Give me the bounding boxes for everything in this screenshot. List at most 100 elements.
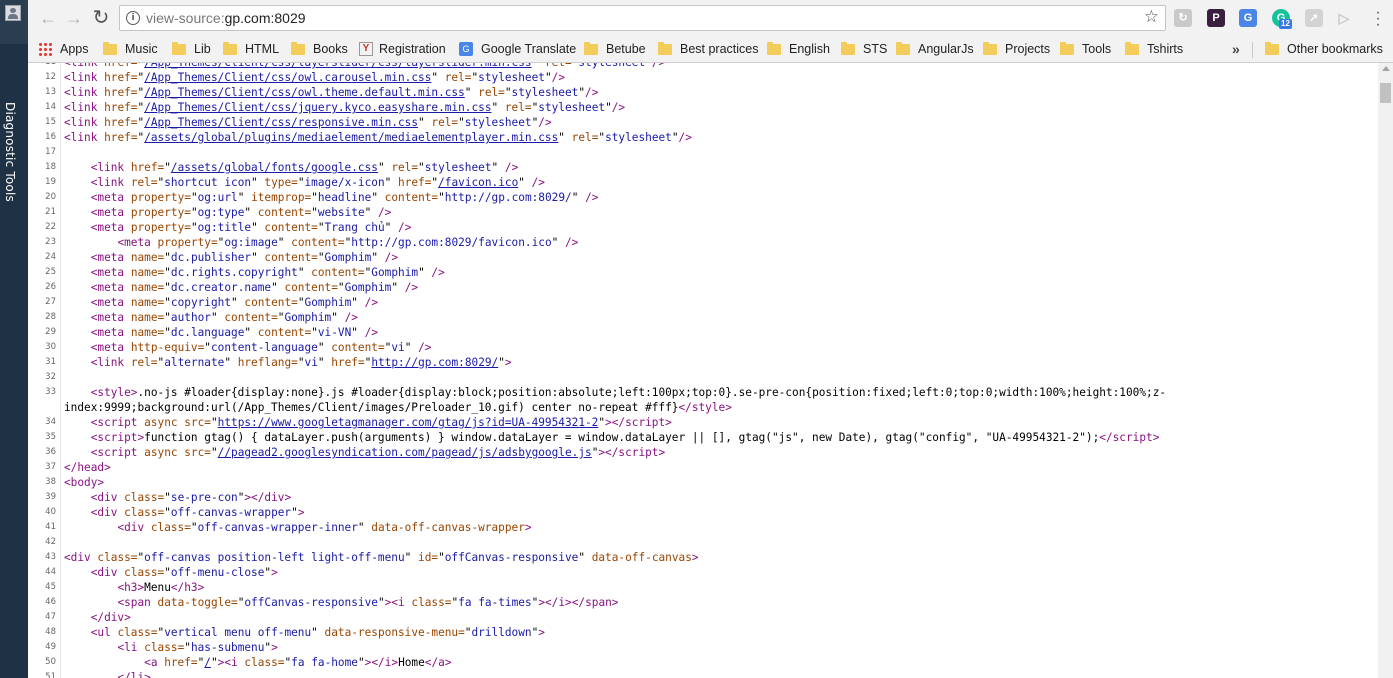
source-line: 39 <div class="se-pre-con"></div> [28, 490, 1378, 505]
line-code: <script>function gtag() { dataLayer.push… [90, 431, 1160, 444]
bookmark-sts[interactable]: STS [841, 40, 887, 58]
info-icon[interactable]: i [126, 11, 140, 25]
bookmark-label: Music [125, 42, 158, 56]
reload-icon[interactable]: ↻ [91, 8, 111, 28]
bookmark-apps-label: Apps [60, 42, 89, 56]
chevron-right-icon: » [1232, 41, 1240, 57]
refresh-ext-icon[interactable]: ↻ [1174, 9, 1192, 27]
line-number: 39 [45, 492, 56, 502]
bookmark-label: English [789, 42, 830, 56]
source-line: 22 <meta property="og:title" content="Tr… [28, 220, 1378, 235]
bookmark-best-practices[interactable]: Best practices [658, 40, 759, 58]
bookmark-label: Books [313, 42, 348, 56]
line-number: 22 [45, 222, 56, 232]
back-arrow-icon[interactable]: ← [38, 8, 58, 28]
source-line: 30 <meta http-equiv="content-language" c… [28, 340, 1378, 355]
line-number: 15 [45, 117, 56, 127]
source-line: 26 <meta name="dc.creator.name" content=… [28, 280, 1378, 295]
line-code: index:9999;background:url(/App_Themes/Cl… [64, 401, 732, 414]
line-number: 47 [45, 612, 56, 622]
bookmarks-overflow-button[interactable]: » [1232, 40, 1240, 58]
apps-grid-icon [38, 42, 52, 56]
line-code: <link href="/App_Themes/Client/css/layer… [64, 63, 665, 70]
line-number: 26 [45, 282, 56, 292]
address-url[interactable]: view-source:gp.com:8029 [146, 10, 306, 26]
bookmark-angularjs[interactable]: AngularJs [896, 40, 974, 58]
folder-icon [172, 41, 186, 55]
source-line: 12 <link href="/App_Themes/Client/css/owl… [28, 70, 1378, 85]
line-number: 42 [45, 537, 56, 547]
line-code: <meta name="copyright" content="Gomphim"… [90, 296, 378, 309]
scroll-up-icon[interactable] [1382, 66, 1390, 71]
line-code: <meta name="author" content="Gomphim" /> [90, 311, 358, 324]
line-number: 23 [45, 237, 56, 247]
line-number: 49 [45, 642, 56, 652]
bookmark-apps[interactable]: Apps [38, 40, 89, 58]
bookmark-projects[interactable]: Projects [983, 40, 1050, 58]
bookmarks-divider [1252, 42, 1253, 58]
scroll-thumb[interactable] [1380, 83, 1391, 103]
line-code: <link href="/App_Themes/Client/css/respo… [64, 116, 552, 129]
line-code: <div class="off-canvas-wrapper"> [90, 506, 305, 519]
bookmark-label: AngularJs [918, 42, 974, 56]
source-viewer[interactable]: 11 <link href="/App_Themes/Client/css/lay… [28, 63, 1378, 678]
bookmark-registration[interactable]: Y Registration [359, 40, 446, 58]
source-line: 16 <link href="/assets/global/plugins/med… [28, 130, 1378, 145]
extension-badge: 12 [1279, 19, 1292, 29]
source-line: 47 </div> [28, 610, 1378, 625]
source-line: 15 <link href="/App_Themes/Client/css/res… [28, 115, 1378, 130]
diagnostic-tools-label: Diagnostic Tools [3, 102, 17, 202]
line-code: <meta name="dc.language" content="vi-VN"… [90, 326, 378, 339]
folder-icon [223, 41, 237, 55]
vertical-scrollbar[interactable] [1378, 63, 1393, 678]
bookmark-label: Best practices [680, 42, 759, 56]
address-bar[interactable]: i view-source:gp.com:8029 ☆ [119, 5, 1166, 31]
bookmark-music[interactable]: Music [103, 40, 158, 58]
bookmark-star-icon[interactable]: ☆ [1144, 7, 1159, 27]
bookmarks-bar: Apps Music Lib HTML Books Y Registration … [28, 36, 1393, 62]
line-number: 12 [45, 72, 56, 82]
line-number: 40 [45, 507, 56, 517]
bookmark-english[interactable]: English [767, 40, 830, 58]
line-code: <meta http-equiv="content-language" cont… [90, 341, 432, 354]
line-code: <li class="has-submenu"> [117, 641, 278, 654]
line-number: 30 [45, 342, 56, 352]
line-code: <meta name="dc.publisher" content="Gomph… [90, 251, 399, 264]
line-number: 50 [45, 657, 56, 667]
line-number: 19 [45, 177, 56, 187]
bookmark-betube[interactable]: Betube [584, 40, 646, 58]
bookmark-tshirts[interactable]: Tshirts [1125, 40, 1183, 58]
line-number: 45 [45, 582, 56, 592]
bookmark-books[interactable]: Books [291, 40, 348, 58]
google-translate-icon[interactable]: G [1239, 9, 1257, 27]
source-line: 41 <div class="off-canvas-wrapper-inner"… [28, 520, 1378, 535]
tools-ext-icon[interactable]: ➚ [1305, 9, 1323, 27]
bookmark-lib[interactable]: Lib [172, 40, 211, 58]
source-line: 21 <meta property="og:type" content="web… [28, 205, 1378, 220]
bookmark-google-translate[interactable]: G Google Translate [459, 40, 576, 58]
line-number: 32 [45, 372, 56, 382]
line-number: 14 [45, 102, 56, 112]
menu-icon[interactable]: · · · [1375, 5, 1381, 33]
google-translate-icon: G [459, 42, 473, 56]
user-icon[interactable] [5, 5, 21, 21]
line-number: 48 [45, 627, 56, 637]
p-ext-icon[interactable]: P [1207, 9, 1225, 27]
bookmark-html[interactable]: HTML [223, 40, 279, 58]
source-line: 50 <a href="/"><i class="fa fa-home"></i… [28, 655, 1378, 670]
source-line: 13 <link href="/App_Themes/Client/css/owl… [28, 85, 1378, 100]
source-line: 38 <body> [28, 475, 1378, 490]
bookmark-tools[interactable]: Tools [1060, 40, 1111, 58]
play-ext-icon[interactable]: ▷ [1335, 9, 1353, 27]
line-number: 51 [45, 672, 56, 678]
line-code: <meta property="og:type" content="websit… [90, 206, 392, 219]
forward-arrow-icon[interactable]: → [64, 8, 84, 28]
grammarly-icon[interactable]: G 12 [1272, 9, 1292, 29]
diagnostic-tools-tab[interactable]: Diagnostic Tools [0, 44, 28, 678]
line-code: <link href="/App_Themes/Client/css/jquer… [64, 101, 626, 114]
source-line: 29 <meta name="dc.language" content="vi-… [28, 325, 1378, 340]
bookmark-other[interactable]: Other bookmarks [1265, 40, 1383, 58]
line-number: 35 [45, 432, 56, 442]
line-code: <style>.no-js #loader{display:none}.js #… [90, 386, 1167, 399]
line-number: 18 [45, 162, 56, 172]
